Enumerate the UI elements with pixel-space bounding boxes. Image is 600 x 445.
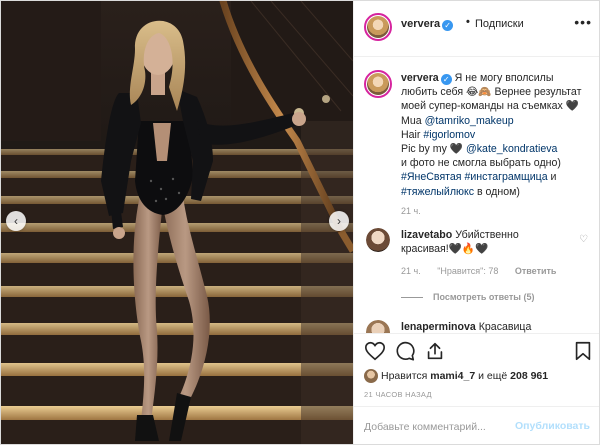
caption-tail: в одном): [474, 185, 520, 198]
hashtag-link[interactable]: #тяжелыйлюкс: [401, 186, 474, 198]
like-comment-heart-icon[interactable]: ♡: [579, 234, 588, 245]
post-side-panel: ververa ✓ • Подписки ••• ververa ✓ Я не мо…: [353, 1, 599, 444]
mention-link[interactable]: @tamriko_makeup: [425, 115, 514, 127]
next-photo-button[interactable]: ›: [329, 211, 349, 231]
like-heart-icon[interactable]: [364, 340, 386, 362]
caption-line-3: моей супер-команды на съемках 🖤: [401, 100, 579, 113]
more-horizontal-icon[interactable]: •••: [574, 14, 592, 30]
caption-mua-label: Mua: [401, 114, 425, 127]
caption-join: и: [547, 171, 557, 184]
post-timestamp[interactable]: 21 ЧАСОВ НАЗАД: [364, 390, 432, 399]
comment-text: lizavetabo Убийственно красивая!🖤🔥🖤: [401, 228, 593, 256]
author-avatar[interactable]: [364, 13, 392, 41]
chevron-left-icon: ‹: [14, 214, 18, 228]
post-header: ververa ✓ • Подписки •••: [354, 1, 599, 57]
verified-badge-icon: ✓: [440, 74, 452, 85]
caption-time[interactable]: 21 ч.: [401, 206, 421, 216]
caption-line-1: Я не могу вполсилы: [454, 72, 554, 84]
comment-time[interactable]: 21 ч.: [401, 266, 421, 276]
following-button[interactable]: Подписки: [475, 18, 524, 30]
comment-line-1: Убийственно: [455, 229, 519, 241]
mention-link[interactable]: @kate_kondratieva: [466, 143, 557, 155]
publish-button[interactable]: Опубликовать: [515, 420, 590, 432]
commenter-avatar[interactable]: [366, 228, 390, 252]
hashtag-link[interactable]: #igorlomov: [423, 129, 475, 141]
verified-badge-icon: ✓: [442, 20, 454, 31]
likes-count[interactable]: 208 961: [510, 370, 548, 382]
likes-summary[interactable]: Нравится mami4_7 и ещё 208 961: [364, 369, 548, 383]
author-username[interactable]: ververa ✓: [401, 18, 454, 31]
view-replies-button[interactable]: Посмотреть ответы (5): [401, 292, 534, 302]
post-photo[interactable]: ‹ ›: [1, 1, 353, 444]
author-username-text[interactable]: ververa: [401, 18, 440, 30]
previous-photo-button[interactable]: ‹: [6, 211, 26, 231]
comment-input[interactable]: [364, 419, 524, 435]
liker-username[interactable]: mami4_7: [430, 370, 475, 382]
caption-line-2: любить себя 😂🙈 Вернее результат: [401, 86, 582, 99]
photo-illustration: [1, 1, 353, 444]
add-comment-bar: Опубликовать: [354, 406, 599, 444]
commenter-username[interactable]: lizavetabo: [401, 229, 452, 241]
caption-text: ververa ✓ Я не могу вполсилы любить себя …: [401, 71, 593, 199]
commenter-avatar[interactable]: [366, 320, 390, 333]
replies-line: [401, 297, 423, 299]
chevron-right-icon: ›: [337, 214, 341, 228]
liker-avatar: [364, 369, 378, 383]
reply-button[interactable]: Ответить: [515, 266, 557, 276]
comment-line-2: красивая!🖤🔥🖤: [401, 243, 489, 256]
comment-text: lenaperminova Красавица: [401, 320, 593, 333]
caption-line-7: и фото не смогла выбрать одно): [401, 157, 561, 170]
comment-meta: 21 ч. "Нравится": 78 Ответить: [401, 266, 570, 276]
caption-pic-label: Pic by my 🖤: [401, 143, 466, 156]
comment-bubble-icon[interactable]: [394, 340, 416, 362]
caption-username[interactable]: ververa: [401, 72, 439, 84]
post-actions: [354, 333, 599, 369]
likes-and-more: и ещё: [475, 369, 511, 382]
caption-avatar[interactable]: [364, 70, 392, 98]
comment-line-1: Красавица: [478, 321, 532, 333]
comment-likes-count[interactable]: "Нравится": 78: [437, 266, 498, 276]
commenter-username[interactable]: lenaperminova: [401, 321, 476, 333]
likes-prefix: Нравится: [381, 369, 431, 382]
share-upload-icon[interactable]: [424, 340, 446, 362]
hashtag-link[interactable]: #ЯнеСвятая: [401, 171, 462, 183]
comments-list: ververa ✓ Я не могу вполсилы любить себя …: [354, 58, 599, 333]
caption-hair-label: Hair: [401, 128, 424, 141]
bookmark-icon[interactable]: [572, 340, 594, 362]
hashtag-link[interactable]: #инстаграмщица: [465, 171, 548, 183]
separator-dot: •: [466, 16, 470, 28]
instagram-post-modal: ‹ › ververa ✓ • Подписки ••• ververa ✓ Я н…: [0, 0, 600, 445]
view-replies-text[interactable]: Посмотреть ответы (5): [433, 292, 534, 302]
caption-meta: 21 ч.: [401, 206, 435, 216]
